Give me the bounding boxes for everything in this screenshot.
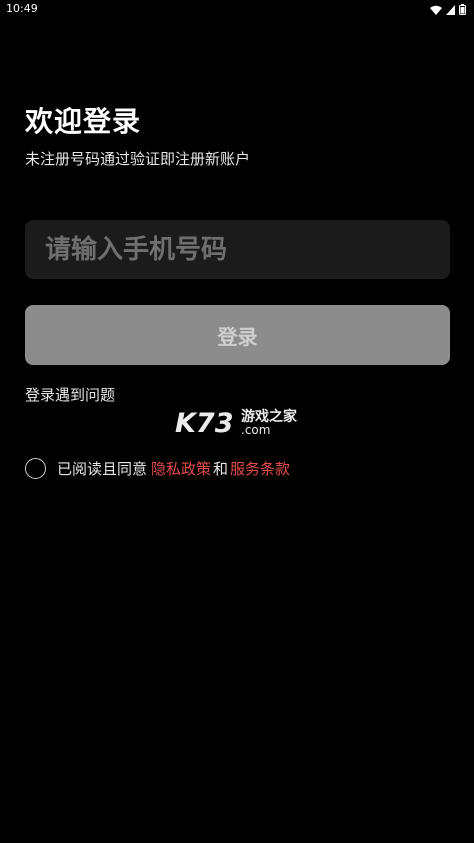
status-bar: 10:49 — [0, 0, 474, 20]
page-title: 欢迎登录 — [25, 105, 142, 138]
agreement-and-text: 和 — [213, 459, 229, 478]
privacy-policy-link[interactable]: 隐私政策 — [151, 458, 211, 479]
svg-text:K73: K73 — [175, 408, 234, 437]
page-subtitle: 未注册号码通过验证即注册新账户 — [25, 150, 251, 168]
status-icons — [430, 4, 466, 15]
agreement-row: 已阅读且同意 隐私政策 和 服务条款 — [25, 456, 290, 480]
status-time: 10:49 — [6, 2, 38, 15]
k73-watermark-logo: K73 游戏之家 .com — [175, 405, 300, 437]
wifi-icon — [430, 5, 442, 15]
cell-signal-icon — [446, 4, 455, 15]
phone-number-input[interactable] — [25, 220, 450, 279]
login-button[interactable]: 登录 — [25, 305, 450, 365]
agreement-prefix: 已阅读且同意 — [57, 459, 148, 478]
agreement-checkbox[interactable] — [25, 457, 46, 479]
svg-text:.com: .com — [241, 423, 270, 437]
login-help-link[interactable]: 登录遇到问题 — [25, 384, 115, 405]
terms-of-service-link[interactable]: 服务条款 — [230, 458, 290, 479]
battery-icon — [459, 4, 466, 15]
